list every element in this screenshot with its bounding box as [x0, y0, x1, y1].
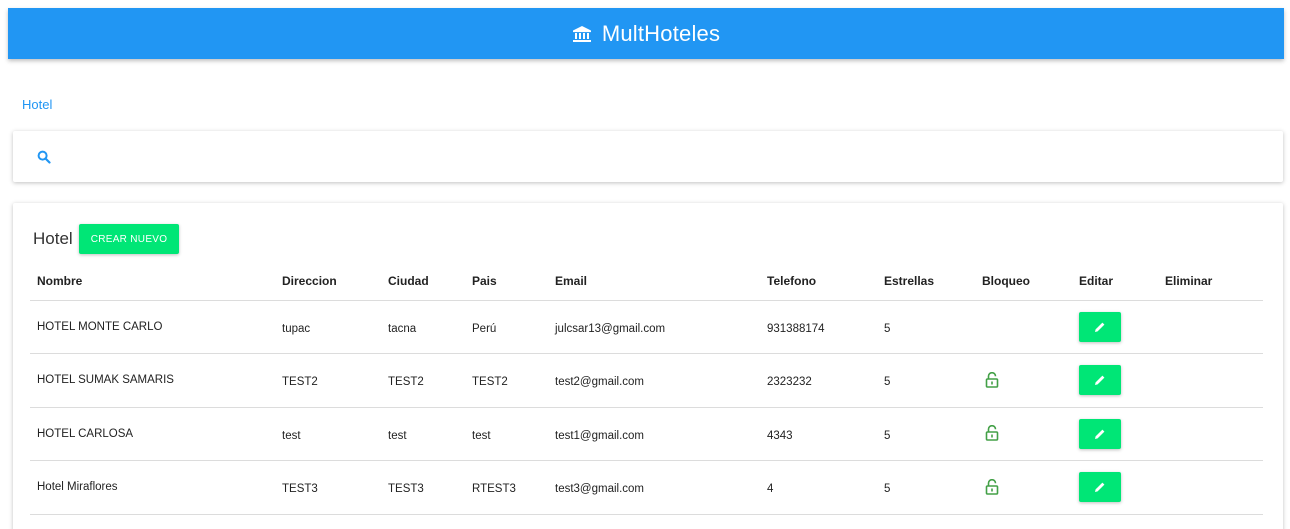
cell-pais: TEST2 — [465, 353, 548, 408]
cell-bloqueo — [975, 300, 1072, 354]
search-icon[interactable] — [37, 150, 51, 164]
cell-email: test1@gmail.com — [548, 407, 760, 461]
edit-button[interactable] — [1079, 311, 1121, 342]
edit-button[interactable] — [1079, 365, 1121, 396]
column-header-email[interactable]: Email — [548, 263, 760, 301]
table-row: Hotel Miraflores TEST3 TEST3 RTEST3 test3@gm… — [30, 460, 1263, 515]
cell-telefono: 931388174 — [760, 300, 877, 354]
table-row: HOTEL MONTE CARLO tupac tacna Perú julcsar13… — [30, 300, 1263, 354]
pencil-icon — [1095, 375, 1105, 386]
cell-nombre: HOTEL CARLOSA — [30, 407, 275, 461]
app-header: MultHoteles — [8, 8, 1284, 59]
table-row: HOTEL CARLOSA test test test test1@gmail.com… — [30, 407, 1263, 461]
cell-email: test3@gmail.com — [548, 460, 760, 515]
cell-email: julcsar13@gmail.com — [548, 300, 760, 354]
cell-direccion: TEST3 — [275, 460, 381, 515]
cell-estrellas: 5 — [877, 407, 975, 461]
cell-email: test2@gmail.com — [548, 353, 760, 408]
search-bar[interactable] — [13, 131, 1283, 182]
cell-editar — [1072, 460, 1158, 515]
app-brand[interactable]: MultHoteles — [572, 21, 720, 47]
cell-bloqueo — [975, 353, 1072, 408]
cell-telefono: 4343 — [760, 407, 877, 461]
cell-ciudad: TEST3 — [381, 460, 465, 515]
edit-button[interactable] — [1079, 418, 1121, 449]
cell-estrellas: 5 — [877, 353, 975, 408]
column-header-nombre[interactable]: Nombre — [30, 263, 275, 301]
cell-direccion: test — [275, 407, 381, 461]
bank-icon — [572, 25, 591, 42]
edit-button[interactable] — [1079, 472, 1121, 503]
pencil-icon — [1095, 429, 1105, 439]
cell-direccion: TEST2 — [275, 353, 381, 408]
pencil-icon — [1095, 322, 1105, 332]
cell-pais: Perú — [465, 300, 548, 354]
column-header-direccion[interactable]: Direccion — [275, 263, 381, 301]
column-header-editar[interactable]: Editar — [1072, 263, 1158, 301]
cell-editar — [1072, 407, 1158, 461]
pencil-icon — [1095, 482, 1105, 493]
table-header-row: Nombre Direccion Ciudad Pais Email Telef… — [30, 263, 1263, 301]
cell-estrellas: 5 — [877, 460, 975, 515]
table-body: HOTEL MONTE CARLO tupac tacna Perú julcsar13… — [30, 300, 1263, 515]
column-header-estrellas[interactable]: Estrellas — [877, 263, 975, 301]
cell-eliminar — [1158, 300, 1263, 354]
cell-telefono: 2323232 — [760, 353, 877, 408]
cell-pais: test — [465, 407, 548, 461]
cell-editar — [1072, 300, 1158, 354]
hotel-table-card: Hotel CREAR NUEVO Nombre Direccion Ciuda… — [13, 203, 1283, 529]
column-header-pais[interactable]: Pais — [465, 263, 548, 301]
cell-nombre: HOTEL SUMAK SAMARIS — [30, 353, 275, 408]
card-title: Hotel — [33, 229, 73, 248]
cell-ciudad: TEST2 — [381, 353, 465, 408]
column-header-bloqueo[interactable]: Bloqueo — [975, 263, 1072, 301]
create-new-button[interactable]: CREAR NUEVO — [78, 224, 180, 254]
cell-editar — [1072, 353, 1158, 408]
hotel-table: Nombre Direccion Ciudad Pais Email Telef… — [30, 263, 1263, 515]
cell-estrellas: 5 — [877, 300, 975, 354]
cell-ciudad: tacna — [381, 300, 465, 354]
breadcrumb[interactable]: Hotel — [22, 97, 52, 112]
cell-pais: RTEST3 — [465, 460, 548, 515]
card-header: Hotel CREAR NUEVO — [33, 224, 180, 254]
column-header-ciudad[interactable]: Ciudad — [381, 263, 465, 301]
cell-bloqueo — [975, 460, 1072, 515]
cell-bloqueo — [975, 407, 1072, 461]
cell-direccion: tupac — [275, 300, 381, 354]
column-header-eliminar[interactable]: Eliminar — [1158, 263, 1263, 301]
cell-ciudad: test — [381, 407, 465, 461]
cell-eliminar — [1158, 407, 1263, 461]
cell-nombre: Hotel Miraflores — [30, 460, 275, 515]
cell-eliminar — [1158, 460, 1263, 515]
cell-nombre: HOTEL MONTE CARLO — [30, 300, 275, 354]
lock-open-icon[interactable] — [982, 370, 1002, 390]
lock-open-icon[interactable] — [982, 423, 1002, 443]
cell-eliminar — [1158, 353, 1263, 408]
cell-telefono: 4 — [760, 460, 877, 515]
table-row: HOTEL SUMAK SAMARIS TEST2 TEST2 TEST2 test2@… — [30, 353, 1263, 408]
column-header-telefono[interactable]: Telefono — [760, 263, 877, 301]
lock-open-icon[interactable] — [982, 477, 1002, 497]
app-title: MultHoteles — [601, 20, 721, 46]
